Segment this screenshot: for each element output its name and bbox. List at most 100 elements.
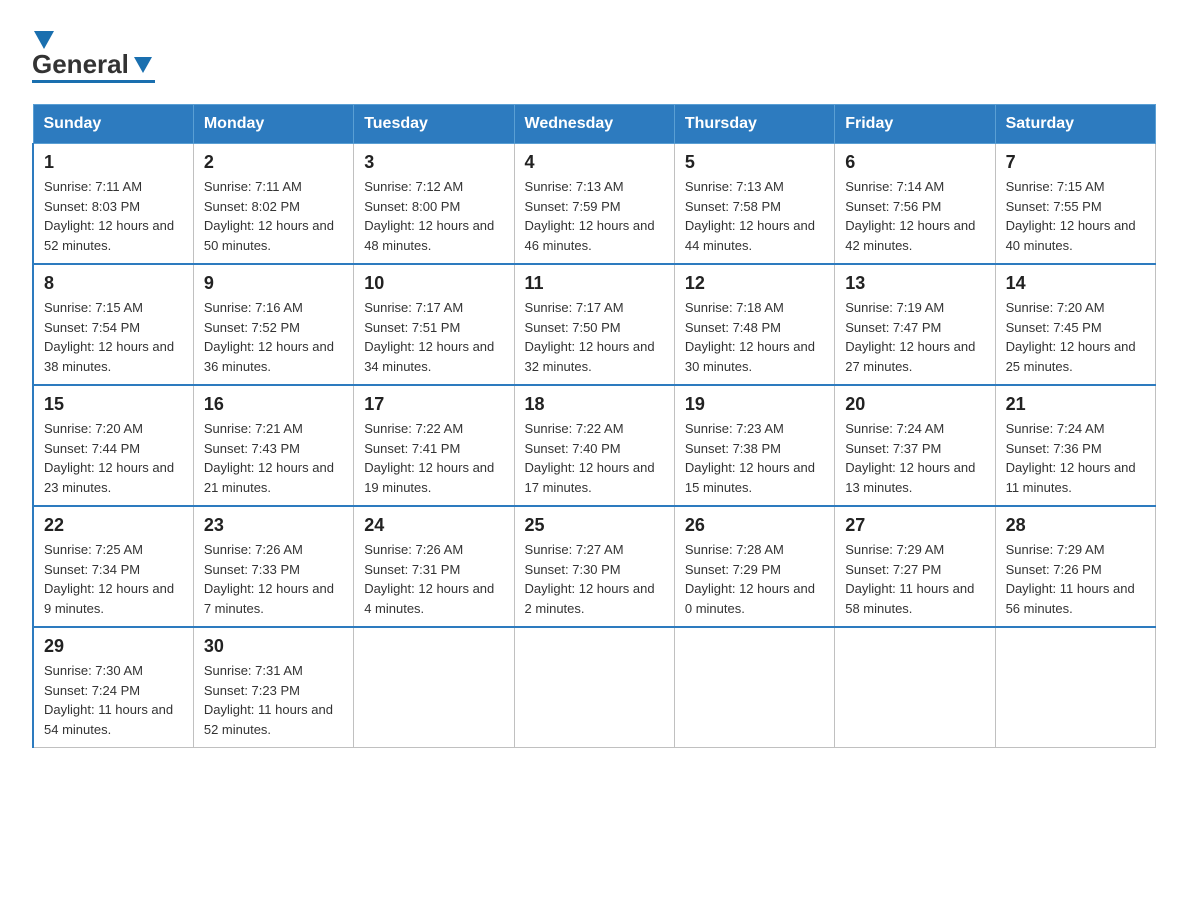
- weekday-header-sunday: Sunday: [33, 105, 193, 144]
- calendar-day-cell: 18 Sunrise: 7:22 AMSunset: 7:40 PMDayligh…: [514, 385, 674, 506]
- day-info: Sunrise: 7:24 AMSunset: 7:36 PMDaylight:…: [1006, 419, 1145, 497]
- day-info: Sunrise: 7:22 AMSunset: 7:41 PMDaylight:…: [364, 419, 503, 497]
- day-info: Sunrise: 7:30 AMSunset: 7:24 PMDaylight:…: [44, 661, 183, 739]
- calendar-day-cell: 22 Sunrise: 7:25 AMSunset: 7:34 PMDayligh…: [33, 506, 193, 627]
- day-number: 24: [364, 515, 503, 536]
- calendar-day-cell: 29 Sunrise: 7:30 AMSunset: 7:24 PMDayligh…: [33, 627, 193, 748]
- weekday-header-thursday: Thursday: [674, 105, 834, 144]
- calendar-day-cell: [354, 627, 514, 748]
- weekday-header-saturday: Saturday: [995, 105, 1155, 144]
- day-info: Sunrise: 7:16 AMSunset: 7:52 PMDaylight:…: [204, 298, 343, 376]
- calendar-day-cell: 12 Sunrise: 7:18 AMSunset: 7:48 PMDayligh…: [674, 264, 834, 385]
- calendar-day-cell: [674, 627, 834, 748]
- day-number: 20: [845, 394, 984, 415]
- day-info: Sunrise: 7:18 AMSunset: 7:48 PMDaylight:…: [685, 298, 824, 376]
- day-info: Sunrise: 7:15 AMSunset: 7:55 PMDaylight:…: [1006, 177, 1145, 255]
- day-info: Sunrise: 7:20 AMSunset: 7:45 PMDaylight:…: [1006, 298, 1145, 376]
- calendar-day-cell: 30Sunrise: 7:31 AMSunset: 7:23 PMDayligh…: [193, 627, 353, 748]
- day-number: 21: [1006, 394, 1145, 415]
- day-info: Sunrise: 7:27 AMSunset: 7:30 PMDaylight:…: [525, 540, 664, 618]
- calendar-day-cell: 13 Sunrise: 7:19 AMSunset: 7:47 PMDayligh…: [835, 264, 995, 385]
- day-number: 8: [44, 273, 183, 294]
- calendar-day-cell: 9 Sunrise: 7:16 AMSunset: 7:52 PMDaylight…: [193, 264, 353, 385]
- day-info: Sunrise: 7:19 AMSunset: 7:47 PMDaylight:…: [845, 298, 984, 376]
- weekday-header-row: SundayMondayTuesdayWednesdayThursdayFrid…: [33, 105, 1156, 144]
- day-number: 27: [845, 515, 984, 536]
- day-info: Sunrise: 7:13 AMSunset: 7:58 PMDaylight:…: [685, 177, 824, 255]
- page-header: General: [32, 24, 1156, 84]
- calendar-day-cell: [995, 627, 1155, 748]
- day-number: 12: [685, 273, 824, 294]
- logo-blue-text: [32, 80, 155, 84]
- calendar-day-cell: 3Sunrise: 7:12 AMSunset: 8:00 PMDaylight…: [354, 144, 514, 265]
- day-number: 5: [685, 152, 824, 173]
- day-number: 17: [364, 394, 503, 415]
- calendar-day-cell: 14 Sunrise: 7:20 AMSunset: 7:45 PMDayligh…: [995, 264, 1155, 385]
- day-number: 23: [204, 515, 343, 536]
- calendar-day-cell: 21 Sunrise: 7:24 AMSunset: 7:36 PMDayligh…: [995, 385, 1155, 506]
- day-number: 13: [845, 273, 984, 294]
- calendar-day-cell: 11Sunrise: 7:17 AMSunset: 7:50 PMDayligh…: [514, 264, 674, 385]
- calendar-table: SundayMondayTuesdayWednesdayThursdayFrid…: [32, 104, 1156, 748]
- calendar-day-cell: 2 Sunrise: 7:11 AMSunset: 8:02 PMDaylight…: [193, 144, 353, 265]
- calendar-day-cell: 28Sunrise: 7:29 AMSunset: 7:26 PMDayligh…: [995, 506, 1155, 627]
- day-number: 16: [204, 394, 343, 415]
- day-info: Sunrise: 7:28 AMSunset: 7:29 PMDaylight:…: [685, 540, 824, 618]
- day-info: Sunrise: 7:25 AMSunset: 7:34 PMDaylight:…: [44, 540, 183, 618]
- calendar-day-cell: [514, 627, 674, 748]
- calendar-day-cell: 25 Sunrise: 7:27 AMSunset: 7:30 PMDayligh…: [514, 506, 674, 627]
- day-number: 9: [204, 273, 343, 294]
- day-info: Sunrise: 7:29 AMSunset: 7:27 PMDaylight:…: [845, 540, 984, 618]
- calendar-day-cell: 4 Sunrise: 7:13 AMSunset: 7:59 PMDaylight…: [514, 144, 674, 265]
- day-info: Sunrise: 7:11 AMSunset: 8:03 PMDaylight:…: [44, 177, 183, 255]
- weekday-header-tuesday: Tuesday: [354, 105, 514, 144]
- calendar-day-cell: 26 Sunrise: 7:28 AMSunset: 7:29 PMDayligh…: [674, 506, 834, 627]
- calendar-week-row: 22 Sunrise: 7:25 AMSunset: 7:34 PMDayligh…: [33, 506, 1156, 627]
- day-number: 29: [44, 636, 183, 657]
- calendar-day-cell: 5 Sunrise: 7:13 AMSunset: 7:58 PMDaylight…: [674, 144, 834, 265]
- day-number: 30: [204, 636, 343, 657]
- calendar-day-cell: 17 Sunrise: 7:22 AMSunset: 7:41 PMDayligh…: [354, 385, 514, 506]
- day-number: 18: [525, 394, 664, 415]
- calendar-day-cell: 8 Sunrise: 7:15 AMSunset: 7:54 PMDaylight…: [33, 264, 193, 385]
- calendar-day-cell: 23Sunrise: 7:26 AMSunset: 7:33 PMDayligh…: [193, 506, 353, 627]
- logo-arrow-icon: [134, 57, 152, 73]
- day-info: Sunrise: 7:13 AMSunset: 7:59 PMDaylight:…: [525, 177, 664, 255]
- calendar-day-cell: [835, 627, 995, 748]
- day-info: Sunrise: 7:14 AMSunset: 7:56 PMDaylight:…: [845, 177, 984, 255]
- day-number: 14: [1006, 273, 1145, 294]
- calendar-day-cell: 15 Sunrise: 7:20 AMSunset: 7:44 PMDayligh…: [33, 385, 193, 506]
- calendar-day-cell: 20Sunrise: 7:24 AMSunset: 7:37 PMDayligh…: [835, 385, 995, 506]
- day-number: 15: [44, 394, 183, 415]
- day-info: Sunrise: 7:21 AMSunset: 7:43 PMDaylight:…: [204, 419, 343, 497]
- day-number: 7: [1006, 152, 1145, 173]
- calendar-week-row: 8 Sunrise: 7:15 AMSunset: 7:54 PMDaylight…: [33, 264, 1156, 385]
- day-info: Sunrise: 7:15 AMSunset: 7:54 PMDaylight:…: [44, 298, 183, 376]
- calendar-day-cell: 27 Sunrise: 7:29 AMSunset: 7:27 PMDayligh…: [835, 506, 995, 627]
- day-info: Sunrise: 7:29 AMSunset: 7:26 PMDaylight:…: [1006, 540, 1145, 618]
- calendar-day-cell: 16 Sunrise: 7:21 AMSunset: 7:43 PMDayligh…: [193, 385, 353, 506]
- day-info: Sunrise: 7:26 AMSunset: 7:31 PMDaylight:…: [364, 540, 503, 618]
- day-number: 26: [685, 515, 824, 536]
- logo-general-text2: General: [32, 49, 129, 80]
- day-number: 6: [845, 152, 984, 173]
- calendar-day-cell: 24 Sunrise: 7:26 AMSunset: 7:31 PMDayligh…: [354, 506, 514, 627]
- day-number: 4: [525, 152, 664, 173]
- calendar-week-row: 1 Sunrise: 7:11 AMSunset: 8:03 PMDaylight…: [33, 144, 1156, 265]
- calendar-week-row: 15 Sunrise: 7:20 AMSunset: 7:44 PMDayligh…: [33, 385, 1156, 506]
- logo-triangle-icon: [34, 31, 54, 49]
- day-info: Sunrise: 7:20 AMSunset: 7:44 PMDaylight:…: [44, 419, 183, 497]
- day-number: 25: [525, 515, 664, 536]
- day-number: 10: [364, 273, 503, 294]
- calendar-day-cell: 6 Sunrise: 7:14 AMSunset: 7:56 PMDaylight…: [835, 144, 995, 265]
- calendar-day-cell: 19Sunrise: 7:23 AMSunset: 7:38 PMDayligh…: [674, 385, 834, 506]
- calendar-day-cell: 10 Sunrise: 7:17 AMSunset: 7:51 PMDayligh…: [354, 264, 514, 385]
- day-info: Sunrise: 7:17 AMSunset: 7:51 PMDaylight:…: [364, 298, 503, 376]
- day-info: Sunrise: 7:11 AMSunset: 8:02 PMDaylight:…: [204, 177, 343, 255]
- day-info: Sunrise: 7:22 AMSunset: 7:40 PMDaylight:…: [525, 419, 664, 497]
- day-number: 1: [44, 152, 183, 173]
- calendar-week-row: 29 Sunrise: 7:30 AMSunset: 7:24 PMDayligh…: [33, 627, 1156, 748]
- day-number: 2: [204, 152, 343, 173]
- calendar-day-cell: 1 Sunrise: 7:11 AMSunset: 8:03 PMDaylight…: [33, 144, 193, 265]
- day-number: 22: [44, 515, 183, 536]
